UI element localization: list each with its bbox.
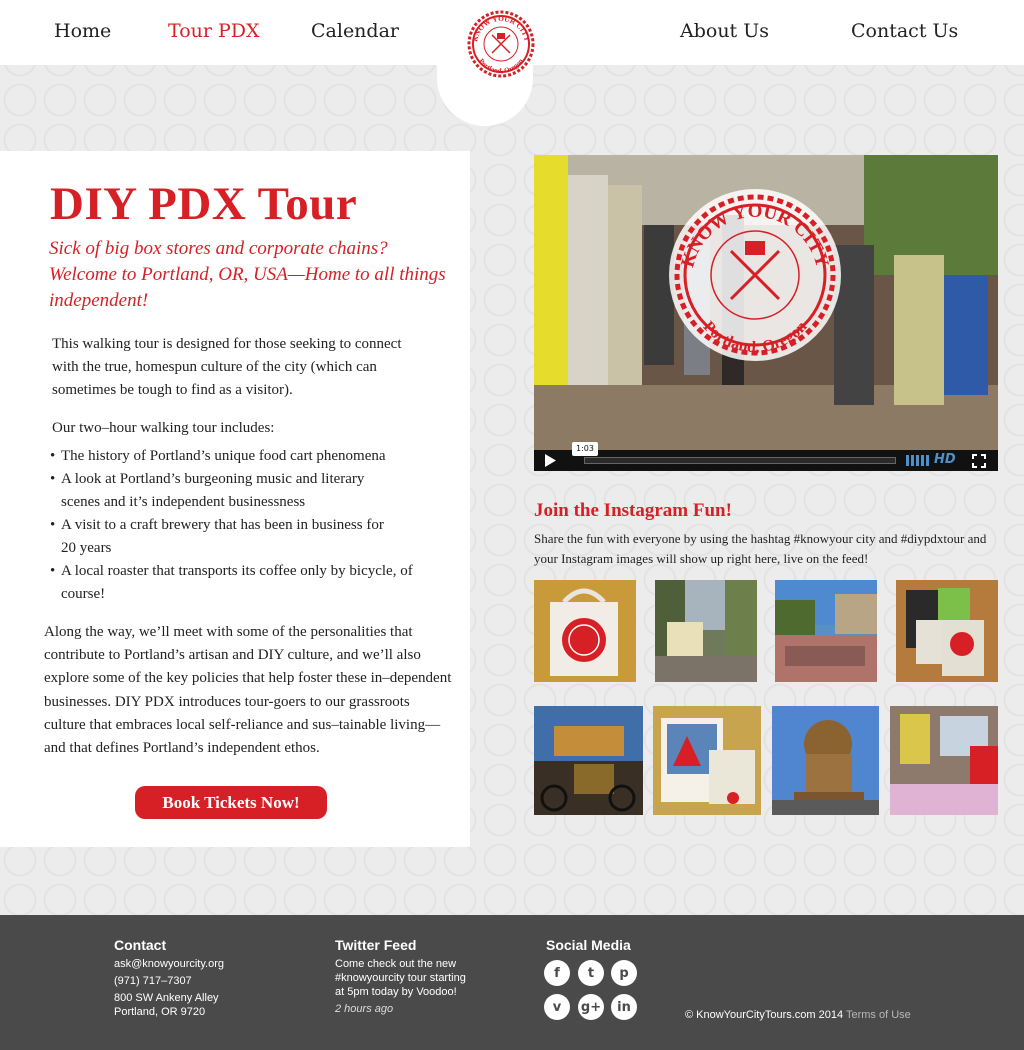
terms-of-use-link[interactable]: Terms of Use — [846, 1009, 911, 1021]
linkedin-icon[interactable]: in — [611, 994, 637, 1020]
tweet-line: #knowyourcity tour starting — [335, 972, 466, 984]
video-controls: 1:03 HD — [534, 442, 998, 471]
footer-social-heading: Social Media — [546, 937, 631, 953]
footer-address-line2: Portland, OR 9720 — [114, 1006, 206, 1018]
video-frame: KNOW YOUR CITY Portland, Oregon — [534, 155, 998, 450]
instagram-photo-square[interactable] — [775, 580, 877, 682]
instagram-photo-pedicab[interactable] — [534, 706, 643, 815]
instagram-photo-brochures[interactable] — [896, 580, 998, 682]
hd-toggle[interactable]: HD — [934, 452, 956, 467]
nav-home[interactable]: Home — [54, 20, 111, 42]
nav-tour-pdx[interactable]: Tour PDX — [168, 20, 260, 42]
tweet-line: Come check out the new — [335, 958, 457, 970]
includes-label: Our two–hour walking tour includes: — [52, 420, 275, 436]
nav-calendar[interactable]: Calendar — [311, 20, 399, 42]
googleplus-icon[interactable]: g+ — [578, 994, 604, 1020]
footer-contact-heading: Contact — [114, 937, 167, 953]
footer-address-line1: 800 SW Ankeny Alley — [114, 992, 219, 1004]
video-scrubber[interactable] — [584, 457, 896, 464]
instagram-photo-streetcar[interactable] — [655, 580, 757, 682]
intro-paragraph: This walking tour is designed for those … — [52, 336, 402, 398]
list-item: A local roaster that transports its coff… — [50, 560, 420, 606]
tour-info-panel: DIY PDX Tour Sick of big box stores and … — [0, 151, 470, 847]
video-player[interactable]: KNOW YOUR CITY Portland, Oregon 1:03 HD — [534, 155, 998, 471]
instagram-description: Share the fun with everyone by using the… — [534, 531, 987, 566]
instagram-photo-shop-interior[interactable] — [890, 706, 998, 815]
facebook-icon[interactable]: f — [544, 960, 570, 986]
copyright-text: © KnowYourCityTours.com 2014 — [685, 1009, 844, 1021]
nav-contact-us[interactable]: Contact Us — [851, 20, 958, 42]
footer-email[interactable]: ask@knowyourcity.org — [114, 957, 224, 971]
tweet-line: at 5pm today by Voodoo! — [335, 986, 457, 998]
copyright-line: © KnowYourCityTours.com 2014 Terms of Us… — [685, 1009, 911, 1021]
twitter-icon[interactable]: t — [578, 960, 604, 986]
volume-icon[interactable] — [906, 455, 930, 466]
site-footer: Contact ask@knowyourcity.org (971) 717–7… — [0, 915, 1024, 1050]
list-item: The history of Portland’s unique food ca… — [50, 445, 410, 468]
play-icon[interactable] — [544, 454, 556, 467]
fullscreen-icon[interactable] — [972, 454, 986, 468]
page-subtitle: Sick of big box stores and corporate cha… — [49, 238, 446, 311]
vimeo-icon[interactable]: v — [544, 994, 570, 1020]
video-time: 1:03 — [572, 442, 598, 456]
instagram-photo-postcards[interactable] — [653, 706, 761, 815]
page-title: DIY PDX Tour — [50, 178, 358, 230]
list-item: A look at Portland’s burgeoning music an… — [50, 468, 390, 514]
instagram-photo-lion-statue[interactable] — [772, 706, 879, 815]
tweet-timestamp: 2 hours ago — [335, 1003, 394, 1015]
instagram-title: Join the Instagram Fun! — [534, 500, 732, 521]
list-item: A visit to a craft brewery that has been… — [50, 514, 390, 560]
site-logo[interactable]: KNOW YOUR CITY Portland, Oregon — [466, 9, 536, 79]
footer-twitter-heading: Twitter Feed — [335, 937, 417, 953]
pinterest-icon[interactable]: p — [611, 960, 637, 986]
closing-paragraph: Along the way, we’ll meet with some of t… — [44, 624, 452, 757]
nav-about-us[interactable]: About Us — [680, 20, 769, 42]
footer-phone[interactable]: (971) 717–7307 — [114, 974, 192, 988]
instagram-photo-tote-bag[interactable] — [534, 580, 636, 682]
includes-list: The history of Portland’s unique food ca… — [50, 445, 430, 606]
book-tickets-button[interactable]: Book Tickets Now! — [135, 786, 327, 819]
